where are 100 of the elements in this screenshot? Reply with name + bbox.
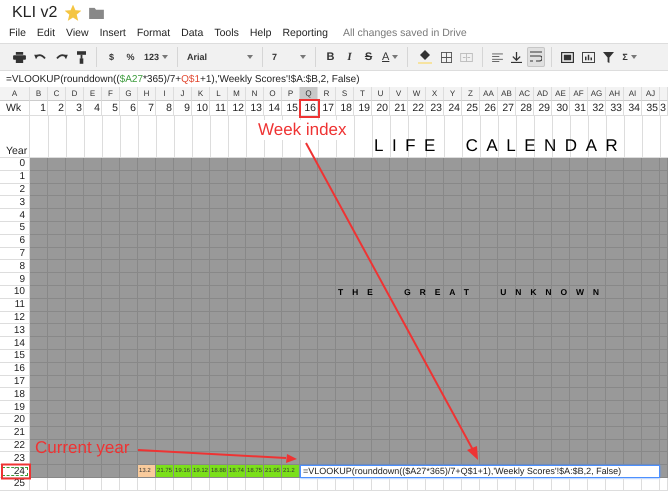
row-header[interactable]: 19 bbox=[0, 401, 30, 414]
menu-item[interactable]: Edit bbox=[36, 26, 56, 38]
table-cell: 30 bbox=[556, 102, 568, 114]
column-header[interactable]: AJ bbox=[642, 87, 660, 101]
column-header[interactable]: X bbox=[426, 87, 444, 101]
currency-button[interactable]: $ bbox=[103, 47, 120, 67]
column-header[interactable]: Z bbox=[462, 87, 480, 101]
column-header[interactable]: O bbox=[264, 87, 282, 101]
row-header[interactable]: 7 bbox=[0, 248, 30, 260]
column-header[interactable]: N bbox=[246, 87, 264, 101]
column-header[interactable]: G bbox=[120, 87, 138, 101]
table-cell: Wk bbox=[6, 102, 22, 114]
row-header[interactable]: 17 bbox=[0, 376, 30, 388]
column-header[interactable]: AB bbox=[498, 87, 516, 101]
row-header[interactable]: 3 bbox=[0, 196, 30, 210]
font-size-dropdown[interactable]: 7 bbox=[269, 47, 310, 67]
column-header[interactable]: Y bbox=[444, 87, 462, 101]
row-header[interactable]: 10 bbox=[0, 286, 30, 299]
font-dropdown[interactable]: Arial bbox=[184, 47, 256, 67]
column-header[interactable]: E bbox=[84, 87, 102, 101]
italic-button[interactable]: I bbox=[341, 47, 358, 67]
column-header[interactable]: F bbox=[102, 87, 120, 101]
row-header[interactable]: 2 bbox=[0, 184, 30, 196]
column-header[interactable]: W bbox=[408, 87, 426, 101]
save-status: All changes saved in Drive bbox=[342, 26, 467, 38]
column-header[interactable]: P bbox=[282, 87, 300, 101]
column-header[interactable]: M bbox=[228, 87, 246, 101]
column-header[interactable]: AG bbox=[588, 87, 606, 101]
column-header[interactable]: D bbox=[66, 87, 84, 101]
column-header[interactable]: V bbox=[390, 87, 408, 101]
wrap-text-button[interactable] bbox=[527, 47, 546, 67]
column-header[interactable]: AD bbox=[534, 87, 552, 101]
table-cell: 22 bbox=[412, 102, 424, 114]
paint-bucket-icon bbox=[417, 50, 434, 64]
column-header[interactable]: AH bbox=[606, 87, 624, 101]
table-cell: 28 bbox=[520, 102, 532, 114]
redo-icon bbox=[55, 52, 68, 62]
bold-button[interactable]: B bbox=[322, 47, 340, 67]
column-header[interactable]: AA bbox=[480, 87, 498, 101]
row-header[interactable]: 23 bbox=[0, 452, 30, 466]
row-header[interactable]: 4 bbox=[0, 209, 30, 222]
table-cell: 3 bbox=[76, 102, 82, 114]
column-header[interactable]: R bbox=[318, 87, 336, 101]
text-color-button[interactable]: A bbox=[379, 47, 402, 67]
menu-item[interactable]: Insert bbox=[100, 26, 126, 38]
menu-item[interactable]: File bbox=[9, 26, 26, 38]
cell-editor[interactable]: =VLOOKUP(rounddown(($A27*365)/7+Q$1+1),'Weekly Scores'!$A:$B,2, False) bbox=[300, 465, 660, 478]
strikethrough-button[interactable]: S bbox=[360, 47, 378, 67]
formula-bar[interactable]: =VLOOKUP(rounddown(($A27*365)/7+Q$1+1),'Weekly Scores'!$A:$B,2, False) bbox=[0, 73, 668, 86]
row-header[interactable]: 22 bbox=[0, 440, 30, 452]
caret-icon bbox=[630, 55, 637, 59]
row-header[interactable]: 11 bbox=[0, 298, 30, 312]
star-icon[interactable] bbox=[65, 4, 82, 20]
row-header[interactable]: 5 bbox=[0, 222, 30, 235]
folder-icon[interactable] bbox=[89, 6, 104, 18]
column-header[interactable]: L bbox=[210, 87, 228, 101]
column-header[interactable]: AF bbox=[570, 87, 588, 101]
percent-button[interactable]: % bbox=[122, 47, 139, 67]
menu-item[interactable]: Help bbox=[250, 26, 272, 38]
table-cell: 1 bbox=[40, 102, 46, 114]
menu-item[interactable]: Tools bbox=[214, 26, 239, 38]
align-bottom-icon bbox=[511, 52, 522, 62]
row-header[interactable]: 16 bbox=[0, 362, 30, 376]
column-header[interactable]: AE bbox=[552, 87, 570, 101]
row-header[interactable]: 0 bbox=[0, 158, 30, 171]
menu-item[interactable]: View bbox=[66, 26, 89, 38]
column-header[interactable]: S bbox=[336, 87, 354, 101]
document-title[interactable]: KLI v2 bbox=[12, 4, 58, 22]
row-header[interactable]: 20 bbox=[0, 414, 30, 427]
table-cell: 29 bbox=[538, 102, 550, 114]
row-header[interactable]: 6 bbox=[0, 234, 30, 248]
table-cell: 2 bbox=[58, 102, 64, 114]
row-header[interactable]: 15 bbox=[0, 350, 30, 363]
row-header[interactable]: 21 bbox=[0, 426, 30, 440]
table-cell: 14 bbox=[268, 102, 280, 114]
menu-item[interactable]: Data bbox=[181, 26, 204, 38]
menu-item[interactable]: Format bbox=[136, 26, 170, 38]
number-format-button[interactable]: 123 bbox=[141, 47, 172, 67]
row-header[interactable]: 14 bbox=[0, 337, 30, 350]
row-header[interactable]: 8 bbox=[0, 260, 30, 274]
row-header[interactable]: 9 bbox=[0, 273, 30, 286]
table-cell: 10 bbox=[196, 102, 208, 114]
column-header[interactable]: T bbox=[354, 87, 372, 101]
table-cell: 17 bbox=[322, 102, 334, 114]
row-header[interactable]: 1 bbox=[0, 170, 30, 184]
column-header[interactable]: C bbox=[48, 87, 66, 101]
column-header[interactable]: H bbox=[138, 87, 156, 101]
column-header[interactable]: AC bbox=[516, 87, 534, 101]
row-header[interactable]: 12 bbox=[0, 312, 30, 324]
column-header[interactable]: AI bbox=[624, 87, 642, 101]
functions-button[interactable]: Σ bbox=[619, 47, 640, 67]
column-header[interactable]: K bbox=[192, 87, 210, 101]
column-header[interactable]: B bbox=[30, 87, 48, 101]
menu-item[interactable]: Reporting bbox=[282, 26, 328, 38]
column-header[interactable]: I bbox=[156, 87, 174, 101]
row-header[interactable]: 18 bbox=[0, 388, 30, 402]
row-header[interactable]: 13 bbox=[0, 324, 30, 338]
column-header[interactable]: J bbox=[174, 87, 192, 101]
column-header[interactable]: U bbox=[372, 87, 390, 101]
column-header[interactable]: A bbox=[0, 87, 30, 101]
